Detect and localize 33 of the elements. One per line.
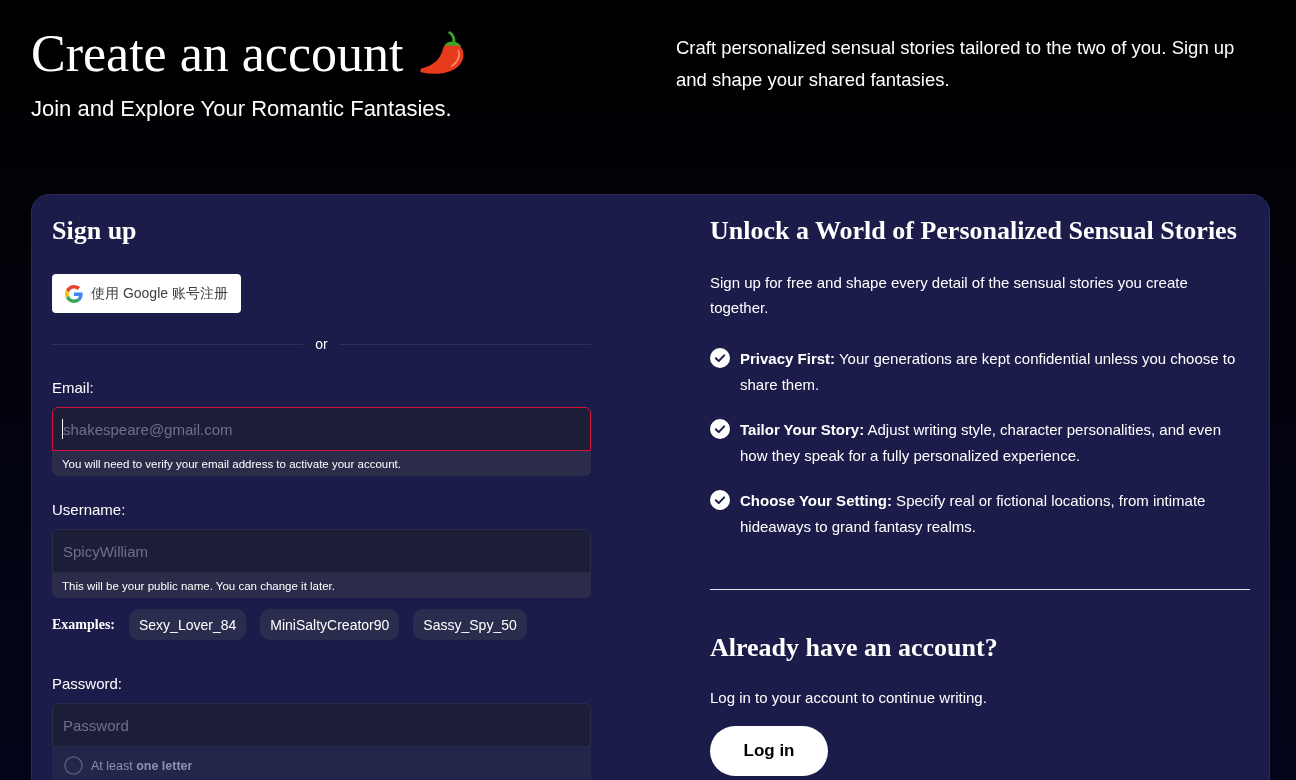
login-text: Log in to your account to continue writing.: [710, 688, 988, 708]
username-suggestion-chip[interactable]: Sexy_Lover_84: [129, 609, 247, 640]
field-label: Email:: [52, 379, 95, 397]
check-circle-icon: [710, 419, 730, 439]
check-circle-icon: [710, 490, 730, 510]
text-cursor-icon: [62, 419, 63, 439]
field-label: Username:: [52, 501, 127, 519]
text-input-field[interactable]: SpicyWilliam: [52, 529, 591, 573]
password-input-field[interactable]: Password: [52, 703, 591, 747]
login-button[interactable]: Log in: [710, 726, 828, 776]
text-input-field[interactable]: shakespeare@gmail.com: [52, 407, 591, 451]
examples-label: Examples:: [52, 616, 115, 633]
feature-description: Choose Your Setting: Specify real or fictional locations, from intimate hideaways to grand fantasy realms.: [740, 491, 1207, 537]
google-signup-button[interactable]: 使用 Google 账号注册: [52, 274, 241, 313]
google-logo-icon: [65, 284, 83, 303]
promo-heading: Unlock a World of Personalized Sensual Stories: [710, 216, 1238, 246]
chili-pepper-icon: [419, 31, 466, 77]
username-suggestion-chip[interactable]: Sassy_Spy_50: [413, 609, 527, 640]
divider-label: or: [315, 336, 328, 352]
check-circle-icon: [710, 348, 730, 368]
intro-text: Craft personalized sensual stories tailored to the two of you. Sign up and shape your shared fantasies.: [676, 36, 1236, 92]
field-hint: This will be your public name. You can change it later.: [52, 573, 591, 598]
signup-heading: Sign up: [52, 216, 138, 246]
login-heading: Already have an account?: [710, 633, 999, 663]
page-title: Create an account: [31, 25, 404, 83]
feature-description: Privacy First: Your generations are kept confidential unless you choose to share them.: [740, 349, 1237, 395]
password-requirement: At least one letter: [91, 758, 193, 773]
username-suggestion-chip[interactable]: MiniSaltyCreator90: [260, 609, 400, 640]
feature-description: Tailor Your Story: Adjust writing style, character personalities, and even how they speak for a fully personalized experience.: [740, 420, 1223, 466]
page-subtitle: Join and Explore Your Romantic Fantasies.: [31, 95, 453, 123]
field-hint: You will need to verify your email address to activate your account.: [52, 451, 591, 476]
promo-intro: Sign up for free and shape every detail of the sensual stories you create together.: [710, 273, 1189, 318]
field-label: Password:: [52, 675, 124, 693]
